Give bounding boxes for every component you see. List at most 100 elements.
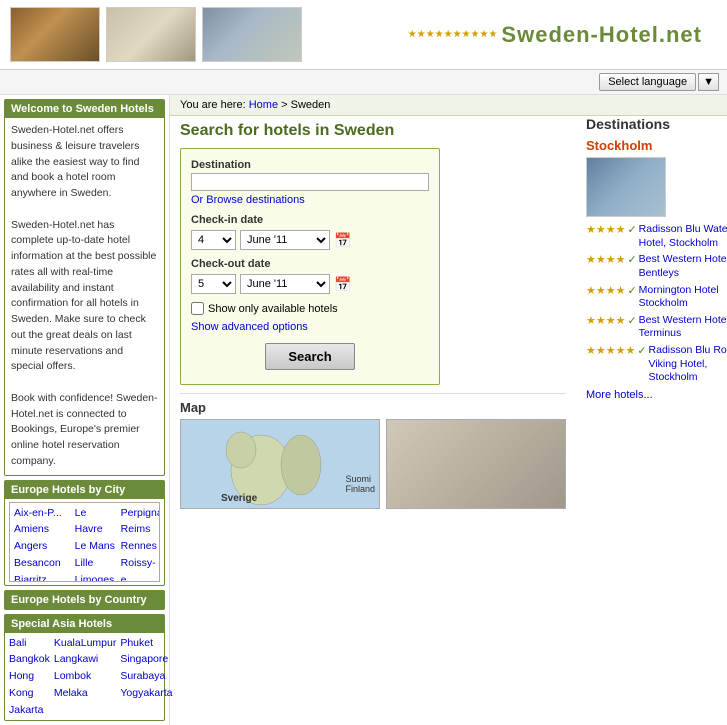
checkmark-icon: ✓ bbox=[627, 314, 636, 327]
hotel-link[interactable]: Mornington Hotel Stockholm bbox=[639, 284, 727, 311]
browse-destinations-link[interactable]: Or Browse destinations bbox=[191, 194, 305, 206]
destination-label: Destination bbox=[191, 159, 429, 171]
europe-city-title: Europe Hotels by City bbox=[5, 481, 164, 499]
city-link[interactable]: Angers bbox=[14, 538, 71, 555]
star-rating: ★★★★ bbox=[586, 314, 625, 327]
center-content: You are here: Home > Sweden Search for h… bbox=[170, 95, 727, 725]
asia-city-link[interactable]: Melaka bbox=[54, 685, 116, 702]
asia-city-list: Bali Bangkok Hong Kong Jakarta KualaLump… bbox=[5, 633, 164, 721]
asia-city-link[interactable]: Langkawi bbox=[54, 651, 116, 668]
hotel-row: ★★★★ ✓ Best Western Hotel Bentleys bbox=[586, 253, 727, 280]
asia-city-link[interactable]: Singapore bbox=[120, 651, 172, 668]
stockholm-hotels: ★★★★ ✓ Radisson Blu Waterfront Hotel, St… bbox=[586, 223, 727, 401]
header-images bbox=[10, 7, 356, 62]
asia-section: Special Asia Hotels Bali Bangkok Hong Ko… bbox=[4, 614, 165, 722]
asia-city-link[interactable]: Lombok bbox=[54, 668, 116, 685]
map-image-1: Sverige SuomiFinland bbox=[180, 419, 380, 509]
city-link[interactable]: Biarritz bbox=[14, 572, 71, 582]
asia-city-link[interactable]: Surabaya bbox=[120, 668, 172, 685]
asia-title: Special Asia Hotels bbox=[5, 615, 164, 633]
checkmark-icon: ✓ bbox=[627, 223, 636, 236]
destination-input[interactable] bbox=[191, 173, 429, 191]
asia-city-link[interactable]: Bali bbox=[9, 635, 50, 652]
checkout-month-select[interactable]: June '11 bbox=[240, 274, 330, 294]
search-form: Destination Or Browse destinations Check… bbox=[180, 148, 440, 385]
city-link[interactable]: Aix-en-P... bbox=[14, 505, 71, 522]
checkout-day-select[interactable]: 5 bbox=[191, 274, 236, 294]
asia-city-link[interactable]: KualaLumpur bbox=[54, 635, 116, 652]
asia-col-3: Phuket Singapore Surabaya Yogyakarta bbox=[120, 635, 172, 719]
checkmark-icon: ✓ bbox=[627, 284, 636, 297]
show-available-label: Show only available hotels bbox=[208, 303, 338, 315]
asia-col-1: Bali Bangkok Hong Kong Jakarta bbox=[9, 635, 50, 719]
europe-city-scroll[interactable]: Aix-en-P... Amiens Angers Besancon Biarr… bbox=[9, 502, 160, 582]
asia-city-link[interactable]: Hong Kong bbox=[9, 668, 50, 702]
city-link[interactable]: Besancon bbox=[14, 555, 71, 572]
asia-city-link[interactable]: Phuket bbox=[120, 635, 172, 652]
search-title: Search for hotels in Sweden bbox=[180, 122, 566, 140]
breadcrumb: You are here: Home > Sweden bbox=[170, 95, 727, 116]
city-link[interactable]: Amiens bbox=[14, 521, 71, 538]
hotel-link[interactable]: Radisson Blu Waterfront Hotel, Stockholm bbox=[639, 223, 727, 250]
hotel-link[interactable]: Best Western Hotel Bentleys bbox=[639, 253, 727, 280]
map-container: Sverige SuomiFinland bbox=[180, 419, 566, 509]
show-advanced-link[interactable]: Show advanced options bbox=[191, 321, 429, 333]
city-link[interactable]: Le Havre bbox=[75, 505, 117, 539]
header-image-3 bbox=[202, 7, 302, 62]
star-rating: ★★★★★ bbox=[586, 344, 635, 357]
search-content: Search for hotels in Sweden Destination … bbox=[170, 116, 576, 515]
language-select[interactable]: Select language ▼ bbox=[599, 73, 719, 91]
eu-stars-icon: ★★★★★★★★★★ bbox=[408, 29, 498, 40]
star-rating: ★★★★ bbox=[586, 253, 625, 266]
checkmark-icon: ✓ bbox=[637, 344, 646, 357]
language-button[interactable]: Select language bbox=[599, 73, 696, 91]
city-col-1: Aix-en-P... Amiens Angers Besancon Biarr… bbox=[14, 505, 71, 582]
city-link[interactable]: Roissy-e... bbox=[121, 555, 160, 582]
more-hotels-link[interactable]: More hotels... bbox=[586, 389, 653, 401]
search-button[interactable]: Search bbox=[265, 343, 354, 370]
city-link[interactable]: Lille bbox=[75, 555, 117, 572]
checkin-inputs: 4 June '11 📅 bbox=[191, 230, 429, 250]
header-image-2 bbox=[106, 7, 196, 62]
header: ★★★★★★★★★★ Sweden-Hotel.net bbox=[0, 0, 727, 70]
hotel-row: ★★★★ ✓ Radisson Blu Waterfront Hotel, St… bbox=[586, 223, 727, 250]
logo-text: Sweden-Hotel.net bbox=[501, 22, 702, 48]
welcome-title: Welcome to Sweden Hotels bbox=[5, 100, 164, 118]
map-label-finland: SuomiFinland bbox=[345, 474, 375, 494]
hotel-link[interactable]: Radisson Blu Royal Viking Hotel, Stockho… bbox=[649, 344, 727, 385]
checkout-calendar-icon[interactable]: 📅 bbox=[334, 276, 351, 293]
asia-col-2: KualaLumpur Langkawi Lombok Melaka bbox=[54, 635, 116, 719]
main-layout: Welcome to Sweden Hotels Sweden-Hotel.ne… bbox=[0, 95, 727, 725]
city-link[interactable]: Rennes bbox=[121, 538, 160, 555]
asia-city-link[interactable]: Bangkok bbox=[9, 651, 50, 668]
hotel-row: ★★★★ ✓ Mornington Hotel Stockholm bbox=[586, 284, 727, 311]
language-bar: Select language ▼ bbox=[0, 70, 727, 95]
stockholm-title: Stockholm bbox=[586, 138, 727, 153]
city-link[interactable]: Limoges bbox=[75, 572, 117, 582]
europe-country-title: Europe Hotels by Country bbox=[5, 591, 164, 609]
show-available-checkbox[interactable] bbox=[191, 302, 204, 315]
breadcrumb-home[interactable]: Home bbox=[249, 99, 278, 111]
hotel-link[interactable]: Best Western Hotel Terminus bbox=[639, 314, 727, 341]
europe-city-list: Aix-en-P... Amiens Angers Besancon Biarr… bbox=[10, 503, 159, 582]
map-image-2 bbox=[386, 419, 566, 509]
hotel-row: ★★★★★ ✓ Radisson Blu Royal Viking Hotel,… bbox=[586, 344, 727, 385]
city-link[interactable]: Perpignan bbox=[121, 505, 160, 522]
checkin-day-select[interactable]: 4 bbox=[191, 230, 236, 250]
checkout-inputs: 5 June '11 📅 bbox=[191, 274, 429, 294]
checkin-row: Check-in date 4 June '11 📅 bbox=[191, 214, 429, 250]
checkin-calendar-icon[interactable]: 📅 bbox=[334, 232, 351, 249]
checkin-month-select[interactable]: June '11 bbox=[240, 230, 330, 250]
europe-city-section: Europe Hotels by City Aix-en-P... Amiens… bbox=[4, 480, 165, 586]
map-title: Map bbox=[180, 400, 566, 415]
stockholm-section: Stockholm ★★★★ ✓ Radisson Blu Waterfront… bbox=[586, 138, 727, 401]
city-link[interactable]: Reims bbox=[121, 521, 160, 538]
language-dropdown-arrow[interactable]: ▼ bbox=[698, 73, 719, 91]
asia-city-link[interactable]: Jakarta bbox=[9, 702, 50, 719]
city-col-3: Perpignan Reims Rennes Roissy-e... Rouen… bbox=[121, 505, 160, 582]
header-image-1 bbox=[10, 7, 100, 62]
content-middle: Search for hotels in Sweden Destination … bbox=[170, 116, 727, 515]
asia-city-link[interactable]: Yogyakarta bbox=[120, 685, 172, 702]
city-link[interactable]: Le Mans bbox=[75, 538, 117, 555]
hotel-row: ★★★★ ✓ Best Western Hotel Terminus bbox=[586, 314, 727, 341]
